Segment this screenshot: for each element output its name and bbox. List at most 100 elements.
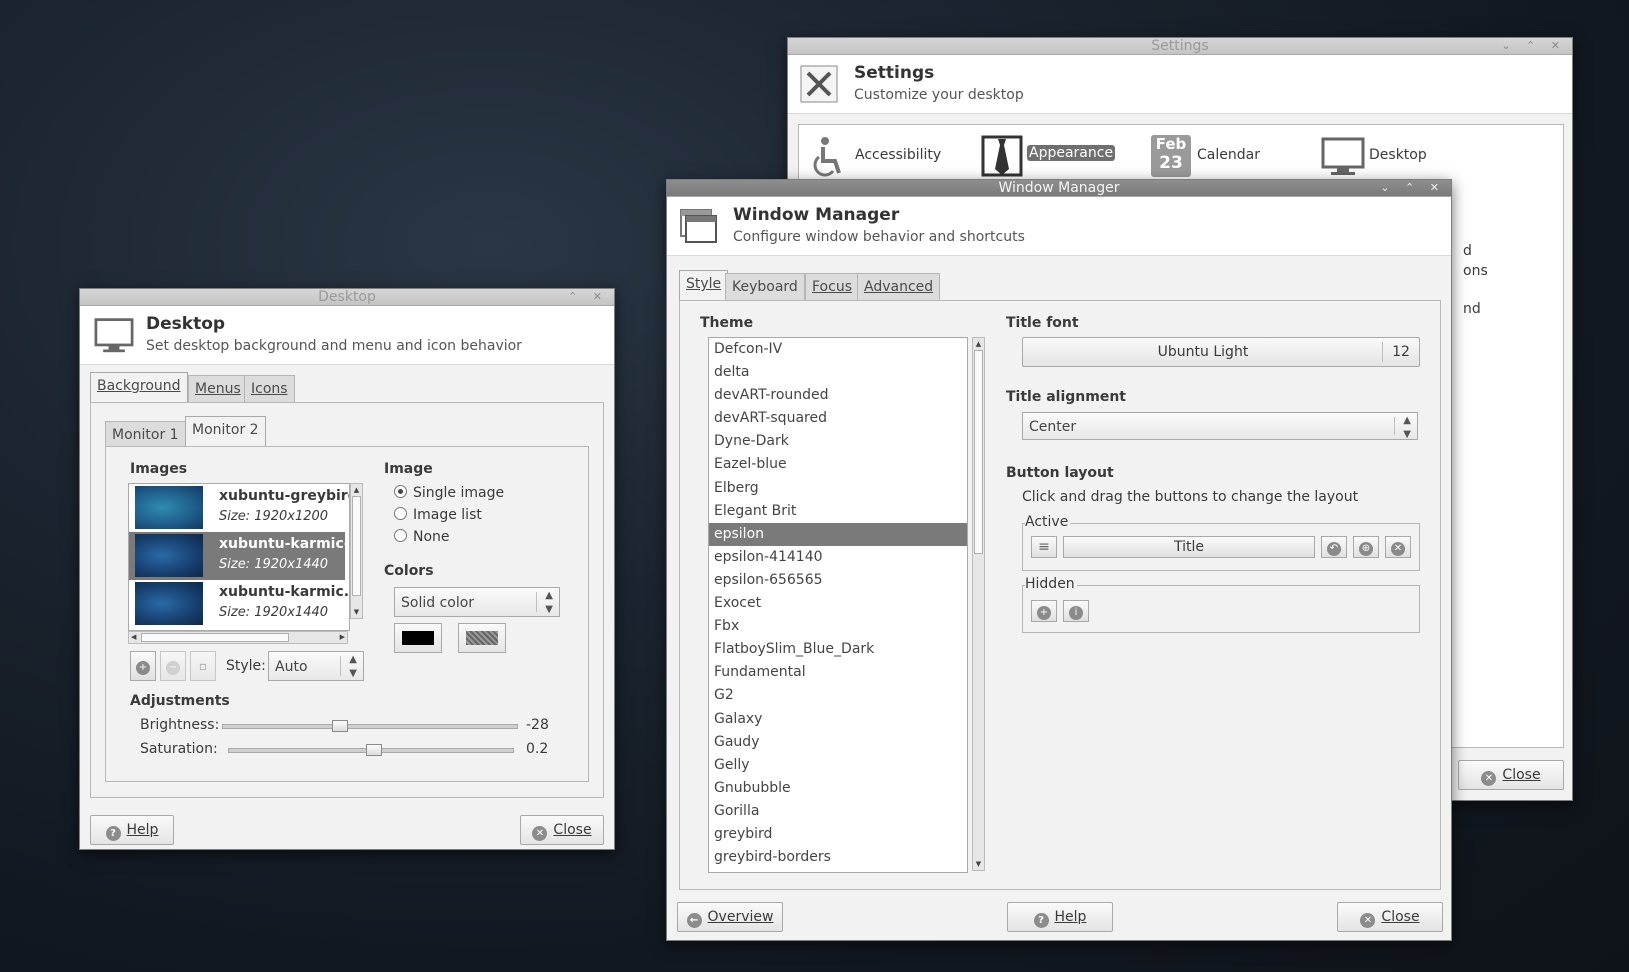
minimize-button-icon[interactable]: i: [1063, 600, 1089, 622]
title-placeholder[interactable]: Title: [1063, 536, 1315, 558]
images-scroll-thumb[interactable]: [352, 496, 361, 596]
settings-item-calendar[interactable]: Feb 23 Calendar: [1151, 135, 1301, 179]
stick-button-icon[interactable]: +: [1031, 600, 1057, 622]
close-button-icon[interactable]: ✕: [1385, 536, 1411, 558]
menu-button-icon[interactable]: ≡: [1031, 536, 1057, 558]
theme-list-item[interactable]: Dyne-Dark: [709, 430, 967, 453]
theme-list-scrollbar[interactable]: ▲ ▼: [972, 337, 985, 871]
image-list-item[interactable]: xubuntu-greybird. Size: 1920x1200: [129, 484, 349, 532]
image-list-item[interactable]: xubuntu-karmic.pr Size: 1920x1440: [129, 580, 349, 628]
images-label: Images: [130, 461, 188, 477]
settings-window-controls[interactable]: ⌄ ⌃ ✕: [1501, 38, 1566, 54]
theme-list-item[interactable]: Defcon-IV: [709, 338, 967, 361]
radio-none[interactable]: None: [394, 529, 450, 545]
settings-item-label: Appearance: [1027, 145, 1116, 161]
scroll-up-arrow-icon[interactable]: ▲: [973, 338, 984, 350]
desktop-titlebar[interactable]: Desktop ⌃ ✕: [80, 289, 614, 306]
theme-list-item[interactable]: epsilon: [709, 522, 967, 546]
images-vertical-scrollbar[interactable]: ▲ ▼: [350, 483, 363, 619]
theme-list-item[interactable]: epsilon-414140: [709, 546, 967, 569]
theme-list[interactable]: Defcon-IV delta devART-rounded devART-squar…: [708, 337, 968, 873]
active-buttons-frame[interactable]: Active ≡ Title ↶ ⊕ ✕: [1022, 514, 1420, 571]
theme-list-item[interactable]: Eazel-blue: [709, 453, 967, 476]
desktop-close-button[interactable]: ✕ Close: [520, 815, 604, 845]
maximize-button-icon[interactable]: ⊕: [1353, 536, 1379, 558]
secondary-color-button[interactable]: [458, 623, 506, 653]
scroll-left-arrow-icon[interactable]: ◀: [131, 632, 136, 643]
theme-list-item[interactable]: G2: [709, 684, 967, 707]
image-label: Image: [384, 461, 433, 477]
brightness-slider-knob[interactable]: [332, 720, 348, 732]
theme-list-item[interactable]: Galaxy: [709, 708, 967, 731]
color-mode-select[interactable]: Solid color ▲ ▼: [394, 587, 560, 617]
combo-separator: [1394, 417, 1395, 435]
theme-list-item[interactable]: Fundamental: [709, 661, 967, 684]
settings-close-button[interactable]: ✕ Close: [1458, 760, 1564, 790]
scroll-right-arrow-icon[interactable]: ▶: [340, 632, 345, 643]
settings-titlebar[interactable]: Settings ⌄ ⌃ ✕: [788, 38, 1572, 55]
settings-item-appearance[interactable]: Appearance: [981, 135, 1131, 179]
theme-list-item[interactable]: devART-squared: [709, 407, 967, 430]
desktop-window-title: Desktop: [318, 289, 376, 305]
wm-close-button[interactable]: ✕ Close: [1337, 902, 1443, 932]
wm-window-controls[interactable]: ⌄ ⌃ ✕: [1380, 180, 1445, 196]
theme-list-scroll-thumb[interactable]: [974, 350, 983, 554]
images-hscroll-thumb[interactable]: [141, 633, 289, 642]
settings-item-desktop[interactable]: Desktop: [1321, 135, 1471, 179]
theme-list-item[interactable]: delta: [709, 361, 967, 384]
wm-titlebar[interactable]: Window Manager ⌄ ⌃ ✕: [667, 180, 1451, 197]
style-select[interactable]: Auto ▲ ▼: [268, 651, 364, 681]
title-alignment-select[interactable]: Center ▲ ▼: [1022, 412, 1418, 440]
desktop-help-button[interactable]: ? Help: [90, 815, 174, 845]
theme-list-item[interactable]: epsilon-656565: [709, 569, 967, 592]
radio-image-list[interactable]: Image list: [394, 507, 482, 523]
tab-style-label: Style: [686, 276, 722, 292]
scroll-down-arrow-icon[interactable]: ▼: [973, 858, 984, 870]
settings-tools-icon: [800, 65, 838, 103]
new-list-button[interactable]: ▫: [190, 651, 216, 681]
theme-list-item[interactable]: Gelly: [709, 754, 967, 777]
tab-keyboard[interactable]: Keyboard: [725, 273, 805, 300]
tab-focus[interactable]: Focus: [805, 273, 859, 300]
tab-monitor-2[interactable]: Monitor 2: [185, 416, 266, 446]
tab-background[interactable]: Background: [90, 372, 188, 402]
wm-help-button[interactable]: ? Help: [1007, 902, 1113, 932]
theme-list-item[interactable]: Elegant Brit: [709, 500, 967, 523]
close-icon: ✕: [1360, 913, 1376, 928]
tab-menus[interactable]: Menus: [188, 375, 248, 402]
tab-background-label: Background: [97, 378, 181, 394]
remove-image-button[interactable]: −: [160, 651, 186, 681]
brightness-slider[interactable]: [222, 724, 518, 729]
theme-list-item[interactable]: Gaudy: [709, 731, 967, 754]
theme-list-item[interactable]: greybird-borders: [709, 846, 967, 869]
radio-dot: [394, 485, 407, 498]
primary-color-button[interactable]: [394, 623, 442, 653]
tab-icons[interactable]: Icons: [244, 375, 295, 402]
shade-button-icon[interactable]: ↶: [1321, 536, 1347, 558]
tab-style[interactable]: Style: [679, 270, 729, 300]
theme-list-item[interactable]: Elberg: [709, 477, 967, 500]
images-list[interactable]: xubuntu-greybird. Size: 1920x1200 xubunt…: [128, 483, 350, 631]
theme-list-item[interactable]: Exocet: [709, 592, 967, 615]
overview-button[interactable]: ← Overview: [677, 902, 783, 932]
radio-single-image[interactable]: Single image: [394, 485, 504, 501]
theme-list-item[interactable]: greybird: [709, 823, 967, 846]
tab-advanced[interactable]: Advanced: [857, 273, 941, 300]
add-image-button[interactable]: +: [130, 651, 156, 681]
title-font-button[interactable]: Ubuntu Light 12: [1022, 337, 1420, 367]
scroll-up-arrow-icon[interactable]: ▲: [351, 484, 362, 496]
image-list-item[interactable]: xubuntu-karmic-g Size: 1920x1440: [129, 532, 349, 580]
desktop-window-controls[interactable]: ⌃ ✕: [568, 289, 608, 305]
theme-list-item[interactable]: Gorilla: [709, 800, 967, 823]
wallpaper-thumbnail: [135, 534, 203, 577]
theme-list-item[interactable]: Fbx: [709, 615, 967, 638]
theme-list-item[interactable]: Gnububble: [709, 777, 967, 800]
tab-monitor-1[interactable]: Monitor 1: [105, 421, 186, 448]
hidden-buttons-frame[interactable]: Hidden + i: [1022, 576, 1420, 633]
theme-list-item[interactable]: FlatboySlim_Blue_Dark: [709, 638, 967, 661]
images-horizontal-scrollbar[interactable]: ◀ ▶: [128, 631, 348, 644]
scroll-down-arrow-icon[interactable]: ▼: [351, 606, 362, 618]
theme-list-item[interactable]: devART-rounded: [709, 384, 967, 407]
saturation-slider-knob[interactable]: [366, 744, 382, 756]
settings-item-accessibility[interactable]: Accessibility: [811, 135, 961, 179]
